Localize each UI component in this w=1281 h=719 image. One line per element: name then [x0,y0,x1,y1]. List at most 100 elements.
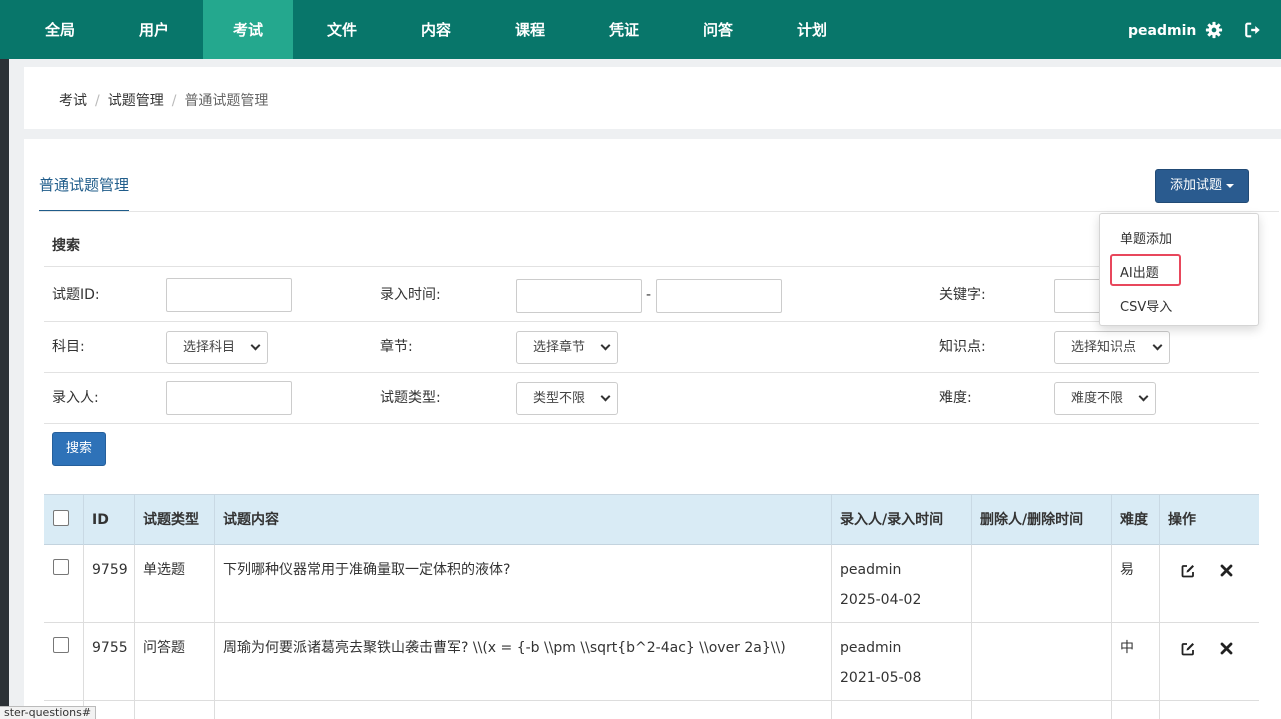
sidebar-strip [0,59,9,719]
cell-actions [1159,545,1259,622]
nav-item-courses[interactable]: 课程 [483,0,577,59]
search-button[interactable]: 搜索 [52,432,106,466]
header-content[interactable]: 试题内容 [214,495,831,545]
cell-difficulty: 中 [1111,623,1159,700]
cell-deleted [971,701,1111,719]
cell-content [214,701,831,719]
cell-difficulty [1111,701,1159,719]
breadcrumb-panel: 考试 / 试题管理 / 普通试题管理 [24,67,1281,129]
cell-entered-date: 2021-05-08 [840,670,922,686]
header-deleted[interactable]: 删除人/删除时间 [971,495,1111,545]
row-checkbox[interactable] [53,559,69,575]
breadcrumb-item-exam[interactable]: 考试 [59,93,87,109]
cell-actions [1159,701,1259,719]
cell-entered-user: peadmin [840,640,902,656]
form-divider [44,372,1259,373]
breadcrumb-separator: / [171,93,177,109]
nav-item-certificates[interactable]: 凭证 [577,0,671,59]
nav-item-qa[interactable]: 问答 [671,0,765,59]
chapter-select-value: 选择章节 [533,340,586,355]
table-row: 9755 问答题 周瑜为何要派诸葛亮去聚铁山袭击曹军? \\(x = {-b \… [44,623,1259,701]
cell-deleted [971,623,1111,700]
cell-deleted [971,545,1111,622]
cell-actions [1159,623,1259,700]
header-type[interactable]: 试题类型 [134,495,214,545]
keyword-label: 关键字: [939,287,986,303]
nav-item-files[interactable]: 文件 [295,0,389,59]
delete-icon[interactable] [1220,642,1233,655]
add-question-label: 添加试题 [1169,178,1222,193]
nav-item-content[interactable]: 内容 [389,0,483,59]
edit-icon[interactable] [1180,563,1196,579]
chevron-down-icon [1138,391,1149,402]
nav-item-global[interactable]: 全局 [13,0,107,59]
cell-type [134,701,214,719]
edit-icon[interactable] [1180,641,1196,657]
cell-entered-user: peadmin [840,562,902,578]
cell-entered [831,701,971,719]
question-id-label: 试题ID: [52,287,100,303]
table-header: ID 试题类型 试题内容 录入人/录入时间 删除人/删除时间 难度 操作 [44,494,1259,545]
entered-by-input[interactable] [166,381,292,415]
nav-item-users[interactable]: 用户 [107,0,201,59]
chapter-label: 章节: [380,339,413,355]
header-actions: 操作 [1159,495,1259,545]
difficulty-select[interactable]: 难度不限 [1054,382,1156,415]
logout-icon[interactable] [1244,21,1262,39]
cell-difficulty: 易 [1111,545,1159,622]
nav-item-plan[interactable]: 计划 [765,0,859,59]
cell-entered-date: 2025-04-02 [840,592,922,608]
entry-time-label: 录入时间: [380,287,441,303]
breadcrumb: 考试 / 试题管理 / 普通试题管理 [59,90,268,110]
nav-item-exam[interactable]: 考试 [203,0,293,59]
tab-general-questions[interactable]: 普通试题管理 [39,168,129,212]
chevron-down-icon [600,391,611,402]
gear-icon[interactable] [1205,21,1223,39]
add-question-button[interactable]: 添加试题 [1155,169,1249,203]
question-type-select[interactable]: 类型不限 [516,382,618,415]
entry-time-start-input[interactable] [516,279,642,313]
caret-down-icon [1226,183,1234,188]
main-panel: 普通试题管理 添加试题 搜索 试题ID: 录入时间: - 关键字: 科目: 选择… [24,139,1281,719]
header-difficulty[interactable]: 难度 [1111,495,1159,545]
header-entered[interactable]: 录入人/录入时间 [831,495,971,545]
difficulty-label: 难度: [939,390,972,406]
breadcrumb-item-question-management[interactable]: 试题管理 [108,93,164,109]
username[interactable]: peadmin [1128,0,1196,62]
menu-item-csv-import[interactable]: CSV导入 [1120,296,1172,315]
question-id-input[interactable] [166,278,292,312]
subject-select[interactable]: 选择科目 [166,331,268,364]
form-divider [44,321,1259,322]
chevron-down-icon [600,340,611,351]
knowledge-select[interactable]: 选择知识点 [1054,331,1170,364]
chapter-select[interactable]: 选择章节 [516,331,618,364]
knowledge-label: 知识点: [939,339,986,355]
difficulty-select-value: 难度不限 [1071,391,1124,406]
cell-entered: peadmin 2025-04-02 [831,545,971,622]
cell-content: 下列哪种仪器常用于准确量取一定体积的液体? [214,545,831,622]
status-bar-url: ster-questions# [0,706,97,719]
question-type-label: 试题类型: [380,390,441,406]
delete-icon[interactable] [1220,564,1233,577]
table-row [44,701,1259,719]
search-section-title: 搜索 [52,238,80,254]
form-divider [44,266,1259,267]
chevron-down-icon [250,340,261,351]
menu-item-single-add[interactable]: 单题添加 [1120,228,1172,247]
row-checkbox[interactable] [53,637,69,653]
cell-id: 9755 [83,623,134,700]
breadcrumb-separator: / [95,93,100,109]
form-divider [44,423,1259,424]
highlight-box [1110,254,1181,286]
entered-by-label: 录入人: [52,390,99,406]
cell-content: 周瑜为何要派诸葛亮去聚铁山袭击曹军? \\(x = {-b \\pm \\sqr… [214,623,831,700]
entry-time-end-input[interactable] [656,279,782,313]
select-all-checkbox[interactable] [53,510,69,526]
top-nav: 全局 用户 考试 文件 内容 课程 凭证 问答 计划 peadmin [0,0,1281,59]
date-range-separator: - [646,287,652,303]
knowledge-select-value: 选择知识点 [1071,340,1137,355]
cell-entered: peadmin 2021-05-08 [831,623,971,700]
header-id[interactable]: ID [83,495,134,545]
chevron-down-icon [1152,340,1163,351]
cell-type: 单选题 [134,545,214,622]
